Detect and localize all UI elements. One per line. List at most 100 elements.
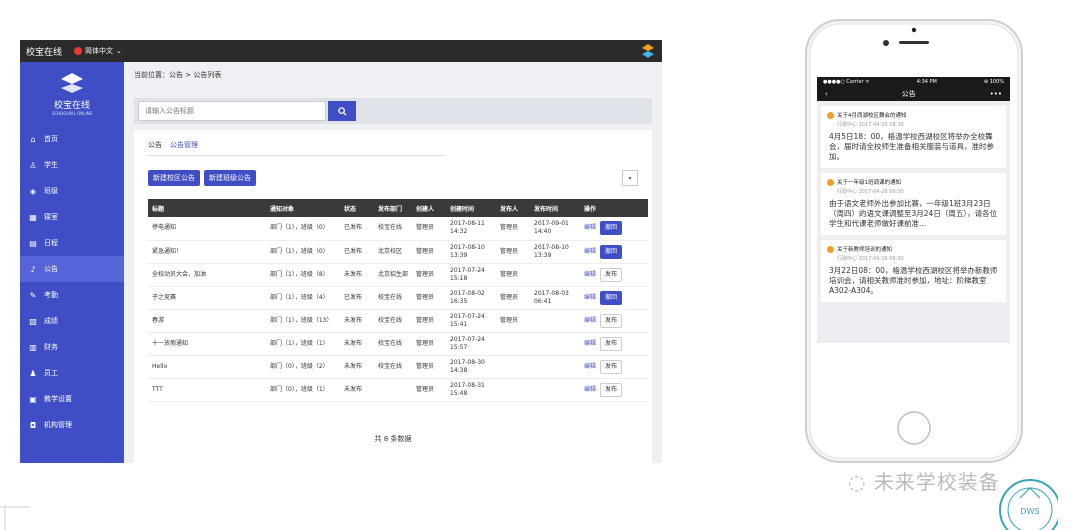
sidebar-logo: 校宝在线 SCHOOLPAL ONLINE [20,62,124,126]
table-cell: 管理员 [416,385,435,393]
table-cell: 2017-09-01 14:40 [534,220,569,236]
card-title-text: 关于4月西湖校区舞会的通知 [837,113,907,119]
sidebar-item[interactable]: ▥ 财务 [20,334,124,360]
table-cell: 编辑 发布 [580,332,648,355]
sidebar-item[interactable]: ◘ 机构管理 [20,412,124,438]
table-cell: 校宝在线 [378,339,403,347]
table-cell: 管理员 [416,247,435,255]
sidebar-item-label: 教学设置 [44,395,72,403]
announcement-card[interactable]: 关于新教师培训的通知 行政中心 2017-04-26 09:30 3月22日08：0… [821,240,1006,302]
table-cell [496,332,530,355]
language-selector[interactable]: 简体中文 ⌄ [74,46,122,56]
bell-icon: ♪ [30,264,36,274]
table-cell [530,355,580,378]
tab-announcement-management[interactable]: 公告管理 [170,140,198,156]
sidebar-item[interactable]: ▦ 寝室 [20,204,124,230]
watermark-text: ◌ 未来学校装备 [848,466,1000,495]
table-cell [496,355,530,378]
search-icon [337,106,347,116]
sidebar-item-label: 成绩 [44,317,58,325]
search-input[interactable] [138,101,326,121]
sidebar-item[interactable]: ♪ 公告 [20,256,124,282]
chevron-down-icon: ⌄ [116,47,122,55]
table-cell: 北京校区 [378,247,403,255]
card-body: 3月22日08：00，格温学校西湖校区将举办新教师培训会，请相关教师准时参加，地… [829,266,998,295]
top-bar: 校宝在线 简体中文 ⌄ [20,40,662,62]
table-cell: 编辑 撤回 [580,240,648,263]
edit-link[interactable]: 编辑 [584,317,596,325]
edit-link[interactable]: 编辑 [584,294,596,302]
table-cell: 已发布 [344,293,363,301]
row-action-button[interactable]: 发布 [600,359,623,374]
sidebar-item-label: 财务 [44,343,58,351]
edit-link[interactable]: 编辑 [584,224,596,232]
row-action-button[interactable]: 发布 [600,267,623,282]
table-cell: 未发布 [344,339,363,347]
battery-label: ⊕ 100% [983,79,1004,85]
table-cell: 管理员 [500,316,519,324]
table-cell: 管理员 [500,293,519,301]
table-cell: 2017-07-24 15:57 [450,335,485,351]
search-bar [134,98,652,124]
tab-announcement[interactable]: 公告 [148,140,162,156]
new-school-announcement-button[interactable]: 新建校区公告 [148,170,200,186]
sidebar-item[interactable]: ▤ 日程 [20,230,124,256]
logo-subtitle: SCHOOLPAL ONLINE [51,111,93,116]
table-cell: TTT [152,385,163,393]
table-cell: 编辑 发布 [580,355,648,378]
student-icon: ♙ [29,160,37,170]
chevron-down-icon[interactable]: ▾ [622,170,638,186]
row-action-button[interactable]: 发布 [600,336,623,351]
edit-link[interactable]: 编辑 [584,248,596,256]
table-row: 全校动员大会，加油 部门（1），班级（8） 未发布 北京招生部 管理员 2017-07-2… [148,263,648,286]
table-row: Hello 部门（0），班级（2） 未发布 校宝在线 管理员 2017-08-30 14:… [148,355,648,378]
table-cell: 2017-08-30 14:38 [450,358,485,374]
announcement-card[interactable]: 关于4月西湖校区舞会的通知 行政中心 2017-04-26 09:30 4月5日18… [821,106,1006,168]
back-icon[interactable]: ‹ [825,90,828,98]
column-header: 创建时间 [450,205,475,213]
table-cell: 2017-08-11 14:32 [450,220,485,236]
table-cell: 部门（1），班级（0） [270,224,329,232]
table-cell: 管理员 [500,224,519,232]
table-cell: 未发布 [344,316,363,324]
table-cell: 部门（0），班级（1） [270,385,329,393]
search-button[interactable] [328,101,356,121]
table-cell: 已发布 [344,224,363,232]
column-header: 状态 [344,205,357,213]
sidebar-item-label: 寝室 [44,213,58,221]
edit-link[interactable]: 编辑 [584,340,596,348]
edit-link[interactable]: 编辑 [584,363,596,371]
new-class-announcement-button[interactable]: 新建班级公告 [204,170,256,186]
score-icon: ▧ [29,316,37,326]
edit-link[interactable]: 编辑 [584,271,596,279]
row-action-button[interactable]: 撤回 [600,290,623,305]
sidebar-item-label: 员工 [44,369,58,377]
row-action-button[interactable]: 发布 [600,382,623,397]
column-header: 发布时间 [534,205,559,213]
table-cell: 管理员 [416,339,435,347]
row-action-button[interactable]: 撤回 [600,221,623,236]
sidebar-item[interactable]: ✎ 考勤 [20,282,124,308]
sidebar-item[interactable]: ▣ 教学设置 [20,386,124,412]
sidebar-item[interactable]: ♟ 员工 [20,360,124,386]
row-action-button[interactable]: 发布 [600,313,623,328]
announcement-card[interactable]: 关于一年级1班调课的通知 行政中心 2017-04-26 09:30 由于语文老师外… [821,173,1006,235]
table-cell: 未发布 [344,385,363,393]
row-action-button[interactable]: 撤回 [600,244,623,259]
table-cell: 十一放假通知 [152,339,189,347]
card-title: 关于一年级1班调课的通知 [827,178,1000,186]
table-cell [530,263,580,286]
table-cell: 紧急通知！ [152,247,183,255]
edit-link[interactable]: 编辑 [584,386,596,394]
phone-screen: ●●●●○ Carrier ᯤ 4:34 PM ⊕ 100% ‹ 公告 ••• … [817,77,1010,343]
logo-icon [642,44,654,58]
sidebar-item[interactable]: ⌂ 首页 [20,126,124,152]
table-row: TTT 部门（0），班级（1） 未发布 管理员 2017-08-31 15:48 编辑 发布 [148,378,648,401]
more-icon[interactable]: ••• [990,90,1002,98]
sidebar-item[interactable]: ▧ 成绩 [20,308,124,334]
sidebar-item[interactable]: ◈ 班级 [20,178,124,204]
table-row: 停电通知 部门（1），班级（0） 已发布 校宝在线 管理员 2017-08-11 14:3… [148,217,648,240]
table-cell: 部门（1），班级（13） [270,316,333,324]
table-cell: 管理员 [500,247,519,255]
sidebar-item[interactable]: ♙ 学生 [20,152,124,178]
